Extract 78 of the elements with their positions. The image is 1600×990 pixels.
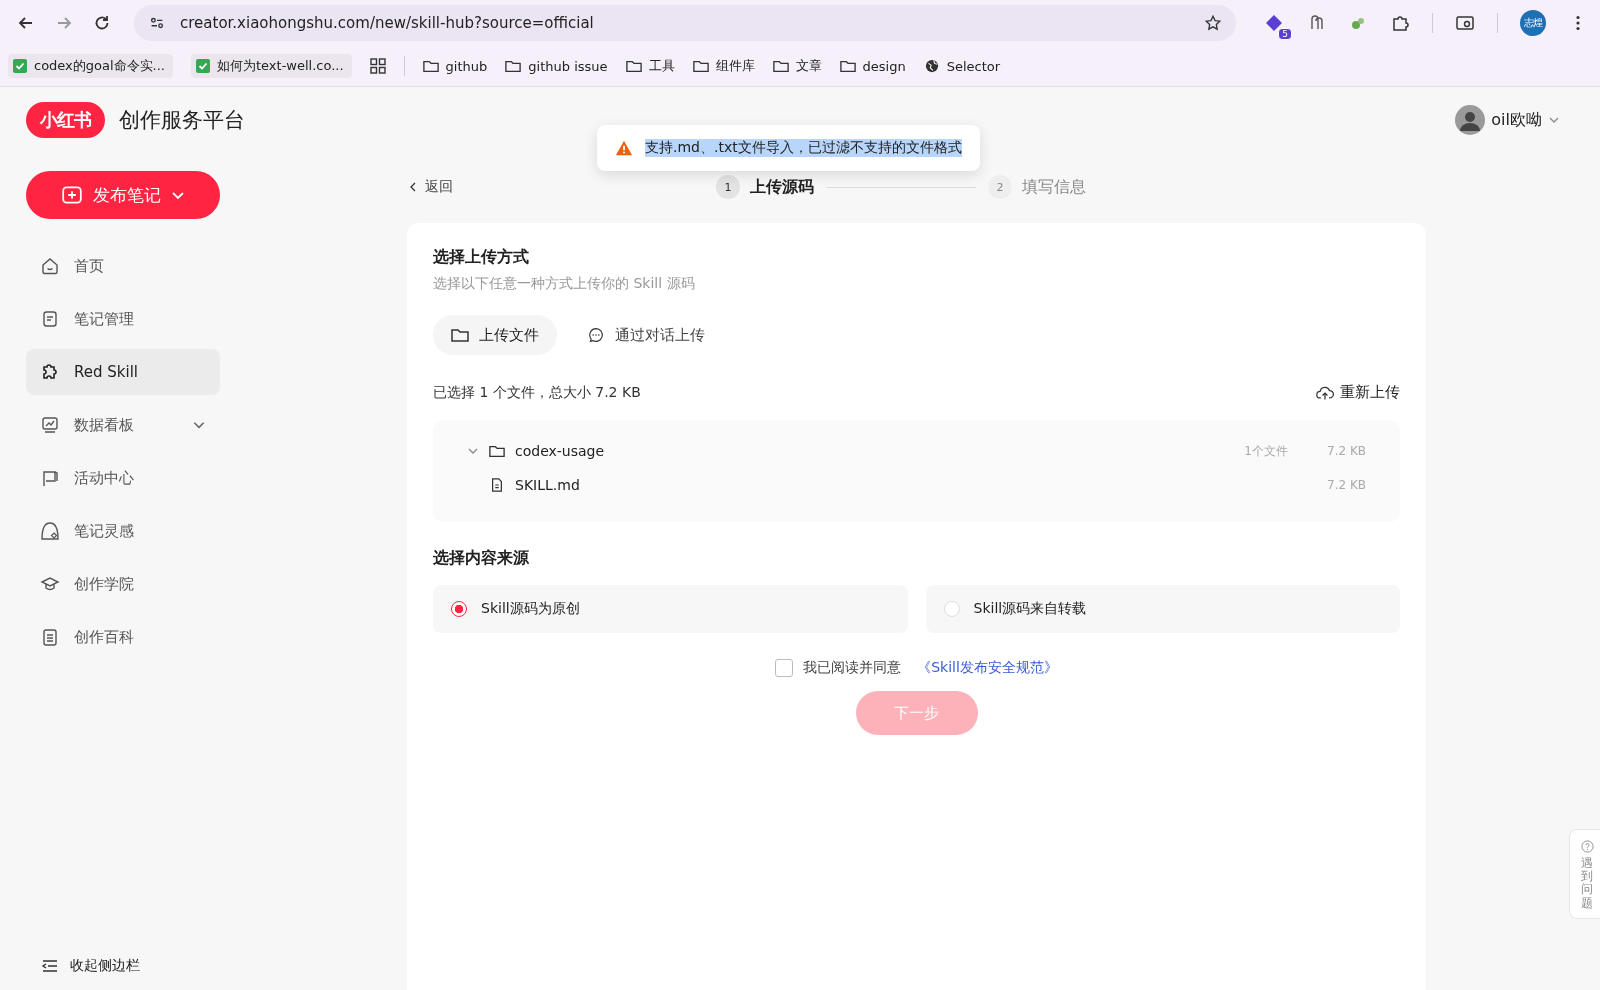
bookmark-folder[interactable]: 工具 — [625, 57, 675, 75]
bell-icon — [40, 521, 60, 541]
extensions-puzzle-icon[interactable] — [1390, 13, 1410, 33]
bookmark[interactable]: 如何为text-well.co... — [191, 54, 352, 78]
collapse-sidebar-link[interactable]: 收起侧边栏 — [26, 956, 140, 976]
check-icon — [12, 59, 28, 73]
question-icon — [1580, 840, 1594, 853]
tab-search-icon[interactable] — [1455, 13, 1475, 33]
bookmark-folder[interactable]: github — [422, 58, 488, 74]
folder-icon — [489, 444, 505, 458]
home-icon — [40, 256, 60, 276]
folder-icon — [505, 59, 522, 73]
avatar — [1455, 105, 1486, 135]
section-title: 选择上传方式 — [433, 247, 530, 268]
folder-icon — [692, 59, 709, 73]
source-option[interactable]: Skill源码为原创 — [433, 585, 908, 633]
source-option[interactable]: Skill源码来自转载 — [925, 585, 1400, 633]
globe-icon — [923, 59, 940, 73]
agreement-checkbox[interactable] — [775, 659, 794, 677]
folder-icon — [839, 59, 856, 73]
extension-diamond-icon[interactable] — [1264, 13, 1284, 33]
plus-square-icon — [61, 184, 83, 206]
platform-title: 创作服务平台 — [119, 107, 245, 134]
document-icon — [489, 478, 505, 492]
folder-icon — [625, 59, 642, 73]
bookmark-folder[interactable]: 组件库 — [692, 57, 755, 75]
chart-icon — [40, 415, 60, 435]
puzzle-icon — [40, 362, 60, 382]
bookmark-folder[interactable]: design — [839, 58, 906, 74]
sidebar-item[interactable]: 创作百科 — [26, 614, 220, 660]
extension-badge: 5 — [1278, 28, 1292, 40]
warning-icon — [615, 139, 633, 157]
sidebar-item[interactable]: 活动中心 — [26, 455, 220, 501]
reupload-button[interactable]: 重新上传 — [1316, 383, 1400, 402]
upload-method-tab[interactable]: 通过对话上传 — [569, 315, 723, 355]
bookmark-star-icon[interactable] — [1204, 14, 1222, 32]
folder-row[interactable]: codex-usage 1个文件 7.2 KB — [467, 434, 1366, 468]
chat-bubble-icon — [587, 327, 605, 343]
agreement-text: 我已阅读并同意 — [803, 659, 902, 677]
publish-note-button[interactable]: 发布笔记 — [26, 171, 220, 219]
profile-avatar[interactable]: 志煌 — [1520, 10, 1546, 36]
sidebar-item[interactable]: Red Skill — [26, 349, 220, 395]
sidebar-item[interactable]: 笔记灵感 — [26, 508, 220, 554]
bookmark-folder[interactable]: github issue — [505, 58, 608, 74]
check-icon — [195, 59, 211, 73]
toast-message: 支持.md、.txt文件导入，已过滤不支持的文件格式 — [645, 139, 962, 157]
note-icon — [40, 309, 60, 329]
help-tab[interactable]: 遇到问题 — [1569, 829, 1600, 919]
document-icon — [40, 627, 60, 647]
folder-icon — [772, 59, 789, 73]
radio-button[interactable] — [451, 601, 467, 617]
apps-grid-icon[interactable] — [369, 58, 386, 74]
logo[interactable]: 小红书 — [26, 102, 105, 138]
back-link[interactable]: 返回 — [407, 178, 453, 196]
sidebar-item[interactable]: 首页 — [26, 243, 220, 289]
user-menu[interactable]: oil欧呦 — [1455, 105, 1560, 135]
folder-icon — [422, 59, 439, 73]
step-indicator: 2 填写信息 — [988, 175, 1086, 199]
bookmark[interactable]: Selector — [923, 58, 1001, 74]
cloud-upload-icon — [1316, 384, 1334, 401]
url-text: creator.xiaohongshu.com/new/skill-hub?source=official — [180, 14, 595, 32]
bookmark[interactable]: codex的goal命令实... — [8, 54, 173, 78]
file-summary: 已选择 1 个文件，总大小 7.2 KB — [433, 383, 641, 402]
option-label: Skill源码来自转载 — [973, 600, 1087, 618]
section-subtitle: 选择以下任意一种方式上传你的 Skill 源码 — [433, 275, 696, 293]
sidebar-item[interactable]: 数据看板 — [26, 402, 220, 448]
folder-icon — [451, 327, 469, 343]
file-row[interactable]: SKILL.md 7.2 KB — [467, 468, 1366, 502]
sidebar-item[interactable]: 笔记管理 — [26, 296, 220, 342]
section-title: 选择内容来源 — [433, 548, 530, 569]
upload-method-tab[interactable]: 上传文件 — [433, 315, 557, 355]
address-bar[interactable]: creator.xiaohongshu.com/new/skill-hub?source=official — [134, 5, 1236, 41]
bookmark-folder[interactable]: 文章 — [772, 57, 822, 75]
step-indicator: 1 上传源码 — [716, 175, 814, 199]
flag-icon — [40, 468, 60, 488]
policy-link[interactable]: 《Skill发布安全规范》 — [917, 659, 1058, 677]
sidebar-item[interactable]: 创作学院 — [26, 561, 220, 607]
option-label: Skill源码为原创 — [481, 600, 580, 618]
